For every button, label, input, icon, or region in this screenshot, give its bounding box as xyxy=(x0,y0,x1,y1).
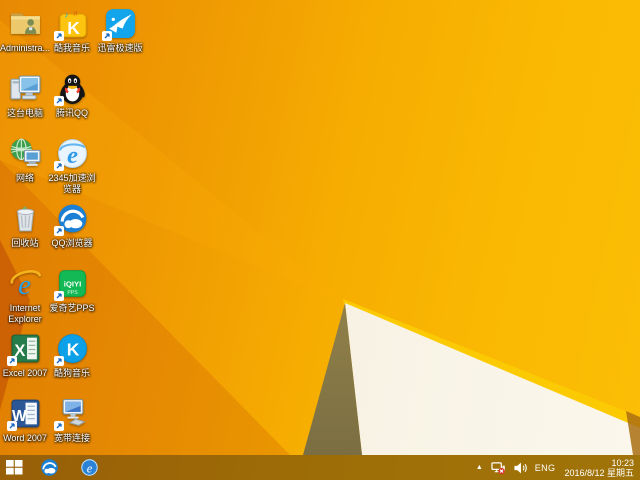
this-pc-icon xyxy=(9,72,42,105)
desktop-icon-network[interactable]: 网络 xyxy=(0,137,50,184)
icon-label: 爱奇艺PPS xyxy=(49,303,95,313)
clock-date: 2016/8/12 星期五 xyxy=(564,467,634,478)
taskbar-pinned-apps: e xyxy=(28,455,104,480)
desktop-icon-qq-browser[interactable]: QQ浏览器 xyxy=(47,202,97,249)
svg-text:e: e xyxy=(86,461,92,475)
excel-icon: X xyxy=(6,332,42,366)
internet-explorer-icon: e xyxy=(9,267,42,300)
icon-label: 迅雷极速版 xyxy=(97,43,143,53)
kugou-music-icon: K xyxy=(53,332,89,366)
desktop-icon-iqiyi-pps[interactable]: iQIYI PPS 爱奇艺PPS xyxy=(47,267,97,314)
icon-label: 这台电脑 xyxy=(6,108,43,118)
desktop-icon-kugou-music[interactable]: K 酷狗音乐 xyxy=(47,332,97,379)
desktop-icon-excel[interactable]: X Excel 2007 xyxy=(0,332,50,379)
desktop-icon-internet-explorer[interactable]: e Internet Explorer xyxy=(0,267,50,324)
clock[interactable]: 10:23 2016/8/12 星期五 xyxy=(562,458,636,478)
user-folder-icon xyxy=(9,7,42,40)
qq-browser-task-icon xyxy=(40,458,59,477)
shortcut-arrow-icon xyxy=(53,356,64,366)
desktop-icon-user-folder[interactable]: Administra... xyxy=(0,7,50,54)
desktop-icon-tencent-qq[interactable]: 腾讯QQ xyxy=(47,72,97,119)
icon-label: 2345加速浏览器 xyxy=(48,173,96,194)
icon-label: Administra... xyxy=(0,43,51,53)
start-button[interactable] xyxy=(0,455,28,480)
svg-text:K: K xyxy=(67,18,80,38)
shortcut-arrow-icon xyxy=(53,31,64,41)
icon-label: QQ浏览器 xyxy=(51,238,93,248)
desktop-icon-this-pc[interactable]: 这台电脑 xyxy=(0,72,50,119)
shortcut-arrow-icon xyxy=(53,161,64,171)
desktop-icon-broadband[interactable]: 宽带连接 xyxy=(47,397,97,444)
recycle-bin-icon xyxy=(9,202,42,235)
tencent-qq-icon xyxy=(53,72,89,106)
svg-text:iQIYI: iQIYI xyxy=(63,280,81,289)
shortcut-arrow-icon xyxy=(101,31,112,41)
desktop-icon-grid: Administra... 这台电脑网络回收站 e Internet Explorer… xyxy=(0,0,640,480)
svg-text:♪: ♪ xyxy=(64,10,68,19)
iqiyi-pps-icon: iQIYI PPS xyxy=(53,267,89,301)
clock-time: 10:23 xyxy=(611,457,634,468)
desktop-icon-recycle-bin[interactable]: 回收站 xyxy=(0,202,50,249)
browser-2345-icon: e xyxy=(53,137,89,171)
language-indicator[interactable]: ENG xyxy=(535,463,556,473)
shortcut-arrow-icon xyxy=(6,421,17,431)
shortcut-arrow-icon xyxy=(53,226,64,236)
volume-icon[interactable] xyxy=(513,461,528,475)
shortcut-arrow-icon xyxy=(6,356,17,366)
desktop-icon-kuwo-music[interactable]: K ♪ ♫ 酷我音乐 xyxy=(47,7,97,54)
icon-label: Internet Explorer xyxy=(8,303,42,324)
desktop-icon-browser-2345[interactable]: e 2345加速浏览器 xyxy=(47,137,97,194)
icon-label: 网络 xyxy=(15,173,34,183)
desktop-icon-word[interactable]: W Word 2007 xyxy=(0,397,50,444)
shortcut-arrow-icon xyxy=(53,96,64,106)
shortcut-arrow-icon xyxy=(53,291,64,301)
windows-logo-icon xyxy=(5,460,22,475)
icon-label: 回收站 xyxy=(11,238,39,248)
xunlei-icon xyxy=(101,7,137,41)
ie-task-icon: e xyxy=(80,458,99,477)
taskbar-button-ie-task[interactable]: e xyxy=(74,455,104,480)
network-status-icon[interactable] xyxy=(491,461,506,475)
icon-label: 酷狗音乐 xyxy=(53,368,90,378)
svg-text:PPS: PPS xyxy=(67,290,78,296)
icon-label: 腾讯QQ xyxy=(55,108,88,118)
taskbar-button-qq-browser-task[interactable] xyxy=(34,455,64,480)
system-tray: ▲ ENG 10:23 2016/8/12 星期五 xyxy=(475,458,640,478)
kuwo-music-icon: K ♪ ♫ xyxy=(53,7,89,41)
network-icon xyxy=(9,137,42,170)
taskbar: e ▲ ENG 10:23 2016/8/12 星期五 xyxy=(0,455,640,480)
desktop: Administra... 这台电脑网络回收站 e Internet Explorer… xyxy=(0,0,640,480)
icon-label: 酷我音乐 xyxy=(53,43,90,53)
desktop-icon-xunlei[interactable]: 迅雷极速版 xyxy=(95,7,145,54)
show-hidden-icons-button[interactable]: ▲ xyxy=(475,462,484,473)
icon-label: Word 2007 xyxy=(3,433,47,443)
icon-label: Excel 2007 xyxy=(2,368,48,378)
svg-text:♫: ♫ xyxy=(72,8,77,17)
svg-text:K: K xyxy=(66,340,79,360)
shortcut-arrow-icon xyxy=(53,421,64,431)
qq-browser-icon xyxy=(53,202,89,236)
broadband-icon xyxy=(53,397,89,431)
icon-label: 宽带连接 xyxy=(53,433,90,443)
word-icon: W xyxy=(6,397,42,431)
